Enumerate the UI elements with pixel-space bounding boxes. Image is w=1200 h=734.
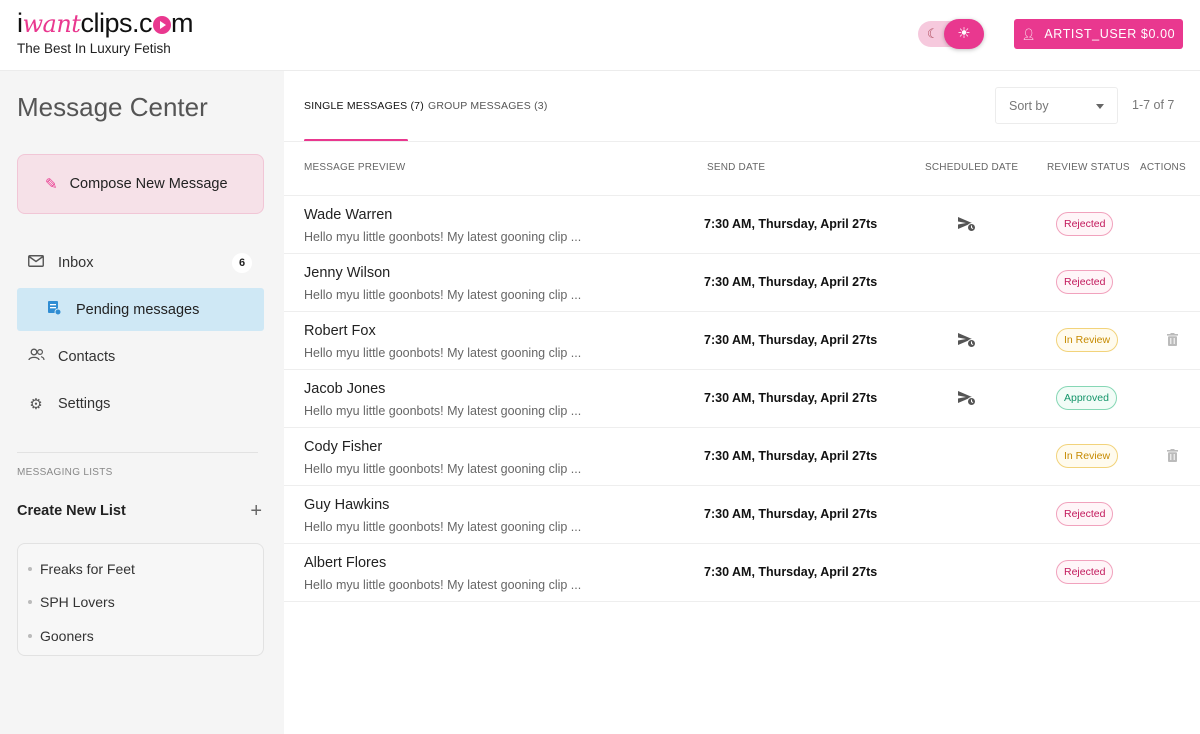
trash-icon[interactable] (1167, 449, 1181, 465)
status-badge: Rejected (1056, 212, 1114, 236)
message-preview: Hello myu little goonbots! My latest goo… (304, 346, 582, 360)
bullet-icon (28, 566, 32, 571)
recipient-name: Wade Warren (304, 207, 393, 223)
contacts-icon (27, 348, 45, 365)
table-row[interactable]: Guy Hawkins Hello myu little goonbots! My… (284, 486, 1200, 544)
trash-icon[interactable] (1167, 333, 1181, 349)
sort-select[interactable]: Sort by (995, 87, 1118, 124)
status-badge: In Review (1056, 444, 1119, 468)
theme-toggle[interactable]: ☾ ☀ (918, 19, 984, 49)
tab-group-messages[interactable]: GROUP MESSAGES (3) (428, 100, 548, 112)
status-badge: In Review (1056, 328, 1119, 352)
tabs-divider (284, 141, 1200, 142)
person-icon: 👤︎ (1021, 28, 1037, 41)
message-preview: Hello myu little goonbots! My latest goo… (304, 462, 582, 476)
column-header-preview: MESSAGE PREVIEW (304, 162, 406, 173)
column-header-send-date: SEND DATE (707, 162, 766, 173)
message-preview: Hello myu little goonbots! My latest goo… (304, 404, 582, 418)
main-content: SINGLE MESSAGES (7) GROUP MESSAGES (3) S… (284, 71, 1200, 734)
sidebar-item-pending-messages[interactable]: Pending messages (17, 288, 264, 331)
send-date: 7:30 AM, Thursday, April 27ts (704, 507, 878, 521)
send-date: 7:30 AM, Thursday, April 27ts (704, 391, 878, 405)
send-date: 7:30 AM, Thursday, April 27ts (704, 449, 878, 463)
page-title: Message Center (17, 92, 208, 122)
gear-icon: ⚙ (29, 395, 43, 413)
sidebar-item-contacts[interactable]: Contacts (17, 335, 264, 378)
bullet-icon (28, 600, 32, 605)
list-item[interactable]: Freaks for Feet (18, 552, 263, 586)
send-date: 7:30 AM, Thursday, April 27ts (704, 333, 878, 347)
table-row[interactable]: Wade Warren Hello myu little goonbots! My… (284, 196, 1200, 254)
play-icon (152, 16, 171, 34)
column-header-actions: ACTIONS (1140, 162, 1186, 173)
create-new-list[interactable]: Create New List + (17, 500, 262, 522)
recipient-name: Jacob Jones (304, 381, 386, 397)
sun-icon: ☀ (944, 19, 984, 49)
send-date: 7:30 AM, Thursday, April 27ts (704, 275, 878, 289)
table-row[interactable]: Cody Fisher Hello myu little goonbots! My… (284, 428, 1200, 486)
sidebar-item-settings[interactable]: ⚙ Settings (17, 382, 264, 425)
recipient-name: Robert Fox (304, 323, 376, 339)
table-row[interactable]: Jacob Jones Hello myu little goonbots! My… (284, 370, 1200, 428)
plus-icon[interactable]: + (250, 500, 262, 523)
pending-document-icon (45, 300, 63, 319)
message-preview: Hello myu little goonbots! My latest goo… (304, 288, 582, 302)
status-badge: Approved (1056, 386, 1117, 410)
pagination-count: 1-7 of 7 (1132, 98, 1175, 112)
message-preview: Hello myu little goonbots! My latest goo… (304, 578, 582, 592)
recipient-name: Albert Flores (304, 555, 387, 571)
sidebar-item-inbox[interactable]: Inbox 6 (17, 241, 264, 284)
scheduled-send-icon[interactable] (957, 332, 979, 350)
message-preview: Hello myu little goonbots! My latest goo… (304, 520, 582, 534)
chevron-down-icon (1096, 104, 1104, 109)
sidebar-divider (17, 452, 258, 453)
table-row[interactable]: Jenny Wilson Hello myu little goonbots! M… (284, 254, 1200, 312)
scheduled-send-icon[interactable] (957, 216, 979, 234)
user-account-button[interactable]: 👤︎ ARTIST_USER $0.00 (1014, 19, 1183, 49)
tab-single-messages[interactable]: SINGLE MESSAGES (7) (304, 100, 424, 112)
bullet-icon (28, 633, 32, 638)
scheduled-send-icon[interactable] (957, 390, 979, 408)
status-badge: Rejected (1056, 560, 1114, 584)
compose-message-button[interactable]: ✎ Compose New Message (17, 154, 264, 214)
table-row[interactable]: Albert Flores Hello myu little goonbots! … (284, 544, 1200, 602)
top-header: iwantclips.c m The Best In Luxury Fetish … (0, 0, 1200, 71)
mail-icon (27, 254, 45, 271)
messaging-lists-heading: MESSAGING LISTS (17, 467, 113, 478)
list-item[interactable]: SPH Lovers (18, 586, 263, 620)
inbox-count-badge: 6 (232, 253, 252, 273)
pencil-icon: ✎ (45, 176, 58, 193)
sidebar: Message Center ✎ Compose New Message Inb… (0, 71, 284, 734)
status-badge: Rejected (1056, 270, 1114, 294)
tagline: The Best In Luxury Fetish (17, 41, 171, 56)
column-header-scheduled-date: SCHEDULED DATE (925, 162, 1019, 173)
column-header-review-status: REVIEW STATUS (1047, 162, 1130, 173)
message-preview: Hello myu little goonbots! My latest goo… (304, 230, 582, 244)
site-logo[interactable]: iwantclips.c m (17, 8, 193, 39)
recipient-name: Cody Fisher (304, 439, 383, 455)
recipient-name: Jenny Wilson (304, 265, 391, 281)
status-badge: Rejected (1056, 502, 1114, 526)
send-date: 7:30 AM, Thursday, April 27ts (704, 565, 878, 579)
messaging-lists: Freaks for Feet SPH Lovers Gooners (17, 543, 264, 656)
send-date: 7:30 AM, Thursday, April 27ts (704, 217, 878, 231)
table-row[interactable]: Robert Fox Hello myu little goonbots! My … (284, 312, 1200, 370)
recipient-name: Guy Hawkins (304, 497, 390, 513)
moon-icon: ☾ (927, 26, 939, 41)
list-item[interactable]: Gooners (18, 619, 263, 653)
